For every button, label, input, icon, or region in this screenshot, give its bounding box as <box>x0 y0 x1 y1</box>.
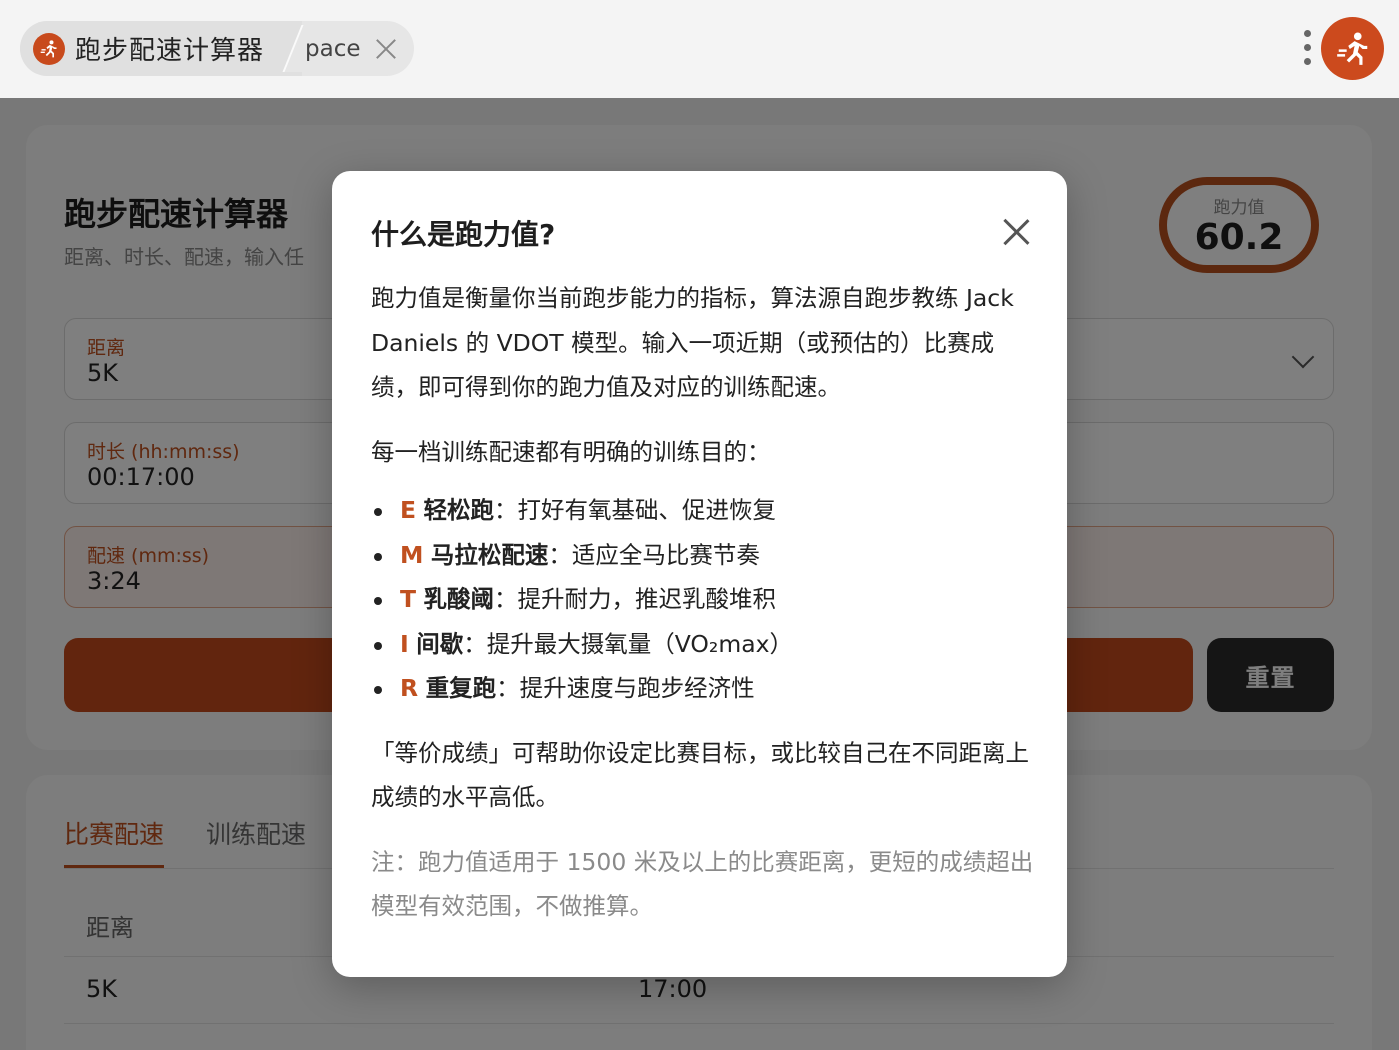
zone-desc: ：适应全马比赛节奏 <box>548 540 760 569</box>
zone-name: 马拉松配速 <box>430 540 549 569</box>
zone-code: M <box>400 540 424 569</box>
zone-name: 间歇 <box>416 629 464 658</box>
equivalent-paragraph: 「等价成绩」可帮助你设定比赛目标，或比较自己在不同距离上成绩的水平高低。 <box>371 738 1029 812</box>
top-bar: 跑步配速计算器 pace <box>0 0 1399 98</box>
search-query[interactable]: pace <box>305 21 399 76</box>
list-item: T 乳酸阈：提升耐力，推迟乳酸堆积 <box>371 577 1036 622</box>
runner-icon <box>33 32 65 65</box>
list-item: E 轻松跑：打好有氧基础、促进恢复 <box>371 488 1036 533</box>
zone-name: 乳酸阈 <box>423 585 495 613</box>
kebab-menu-icon[interactable] <box>1302 30 1312 68</box>
list-item: I 间歇：提升最大摄氧量（VO₂max） <box>371 622 1036 667</box>
vdot-info-dialog: 什么是跑力值? 跑力值是衡量你当前跑步能力的指标，算法源自跑步教练 Jack D… <box>332 171 1067 977</box>
intro-paragraph: 跑力值是衡量你当前跑步能力的指标，算法源自跑步教练 Jack Daniels 的… <box>371 284 1014 401</box>
close-icon[interactable] <box>373 36 399 62</box>
zone-code: R <box>400 674 419 702</box>
zone-desc: ：打好有氧基础、促进恢复 <box>494 496 777 524</box>
tab-title: 跑步配速计算器 <box>75 36 265 66</box>
zone-name: 轻松跑 <box>423 496 495 524</box>
app-avatar[interactable] <box>1321 17 1384 80</box>
list-item: R 重复跑：提升速度与跑步经济性 <box>371 666 1036 711</box>
zone-desc: ：提升速度与跑步经济性 <box>496 674 755 702</box>
app-tab[interactable]: 跑步配速计算器 <box>20 21 302 76</box>
zone-name: 重复跑 <box>425 674 497 702</box>
zones-heading: 每一档训练配速都有明确的训练目的： <box>371 437 771 466</box>
list-item: M 马拉松配速：适应全马比赛节奏 <box>371 533 1036 578</box>
zone-code: T <box>400 585 417 613</box>
note-paragraph: 注：跑力值适用于 1500 米及以上的比赛距离，更短的成绩超出模型有效范围，不做… <box>371 847 1034 921</box>
search-tab-pill[interactable]: 跑步配速计算器 pace <box>20 21 414 76</box>
dialog-title: 什么是跑力值? <box>371 218 556 251</box>
zone-list: E 轻松跑：打好有氧基础、促进恢复 M 马拉松配速：适应全马比赛节奏 T 乳酸阈… <box>371 488 1036 711</box>
zone-code: I <box>400 629 409 658</box>
dialog-body: 跑力值是衡量你当前跑步能力的指标，算法源自跑步教练 Jack Daniels 的… <box>371 276 1036 929</box>
runner-icon <box>1336 32 1367 65</box>
zone-desc: ：提升耐力，推迟乳酸堆积 <box>494 585 777 613</box>
zone-desc: ：提升最大摄氧量（VO₂max） <box>463 629 794 658</box>
zone-code: E <box>400 496 417 524</box>
close-icon[interactable] <box>1002 218 1030 246</box>
search-query-text: pace <box>305 35 361 62</box>
